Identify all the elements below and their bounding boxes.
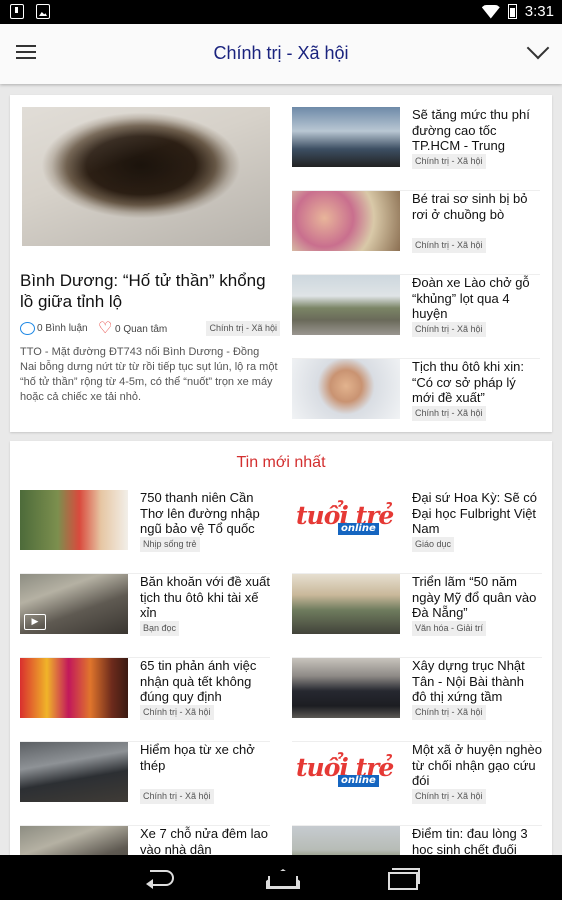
category-badge: Chính trị - Xã hội xyxy=(140,789,214,804)
featured-image[interactable] xyxy=(22,107,270,246)
battery-icon xyxy=(507,4,517,19)
side-article[interactable]: Tịch thu ôtô khi xin: “Có cơ sở pháp lý … xyxy=(292,359,540,443)
clock: 3:31 xyxy=(524,3,554,20)
article-title: Triển lãm “50 năm ngày Mỹ đổ quân vào Đà… xyxy=(412,574,537,620)
side-article[interactable]: Đoàn xe Lào chở gỗ “khủng” lọt qua 4 huy… xyxy=(292,275,540,359)
status-bar: 3:31 xyxy=(0,0,562,24)
tuoi-tre-logo: tuổi trẻ online xyxy=(296,501,394,535)
app-title: Chính trị - Xã hội xyxy=(213,43,349,63)
like-count-label: 0 Quan tâm xyxy=(115,323,168,335)
news-item[interactable]: Triển lãm “50 năm ngày Mỹ đổ quân vào Đà… xyxy=(292,574,542,658)
article-thumbnail xyxy=(292,574,400,634)
system-nav-bar xyxy=(0,855,562,900)
article-title: Sẽ tăng mức thu phí đường cao tốc TP.HCM… xyxy=(412,107,530,153)
comment-count-label: 0 Bình luận xyxy=(37,323,88,334)
category-badge: Chính trị - Xã hội xyxy=(140,705,214,720)
category-badge: Chính trị - Xã hội xyxy=(412,789,486,804)
category-badge: Văn hóa - Giải trí xyxy=(412,621,487,636)
comment-icon xyxy=(20,322,35,335)
chevron-down-icon[interactable] xyxy=(527,40,549,62)
article-thumbnail xyxy=(292,191,400,251)
recent-apps-icon[interactable] xyxy=(386,867,420,890)
article-thumbnail xyxy=(20,742,128,802)
category-badge[interactable]: Chính trị - Xã hội xyxy=(206,321,280,336)
article-title: Đại sứ Hoa Kỳ: Sẽ có Đại học Fulbright V… xyxy=(412,490,538,536)
article-thumbnail xyxy=(292,107,400,167)
featured-title[interactable]: Bình Dương: “Hố tử thần” khổng lồ giữa t… xyxy=(20,270,275,312)
featured-card: Bình Dương: “Hố tử thần” khổng lồ giữa t… xyxy=(10,95,552,432)
category-badge: Nhịp sống trẻ xyxy=(140,537,200,552)
article-thumbnail: ▶ xyxy=(20,574,128,634)
news-item[interactable]: tuổi trẻ online Một xã ở huyện nghèo từ c… xyxy=(292,742,542,826)
article-thumbnail xyxy=(20,490,128,550)
latest-news-card: Tin mới nhất 750 thanh niên Cần Thơ lên … xyxy=(10,441,552,861)
news-item[interactable]: Xây dựng trục Nhật Tân - Nội Bài thành đ… xyxy=(292,658,542,742)
category-badge: Chính trị - Xã hội xyxy=(412,238,486,253)
download-notification-icon xyxy=(10,4,24,19)
like-count[interactable]: 0 Quan tâm xyxy=(98,318,168,338)
news-item[interactable]: Hiểm họa từ xe chở thép Chính trị - Xã h… xyxy=(20,742,270,826)
featured-meta: 0 Bình luận 0 Quan tâm Chính trị - Xã hộ… xyxy=(20,318,280,338)
category-badge: Chính trị - Xã hội xyxy=(412,322,486,337)
image-notification-icon xyxy=(36,4,50,19)
app-bar: Chính trị - Xã hội xyxy=(0,24,562,84)
article-title: Xe 7 chỗ nửa đêm lao vào nhà dân xyxy=(140,826,268,857)
category-badge: Chính trị - Xã hội xyxy=(412,705,486,720)
article-thumbnail: tuổi trẻ online xyxy=(292,742,400,802)
news-item[interactable]: 750 thanh niên Cần Thơ lên đường nhập ng… xyxy=(20,490,270,574)
wifi-icon xyxy=(481,4,500,19)
article-thumbnail xyxy=(292,658,400,718)
article-title: Tịch thu ôtô khi xin: “Có cơ sở pháp lý … xyxy=(412,359,524,405)
category-badge: Chính trị - Xã hội xyxy=(412,154,486,169)
side-article[interactable]: Bé trai sơ sinh bị bỏ rơi ở chuồng bò Ch… xyxy=(292,191,540,275)
category-badge: Chính trị - Xã hội xyxy=(412,406,486,421)
home-icon[interactable] xyxy=(264,867,298,889)
comment-count[interactable]: 0 Bình luận xyxy=(20,322,88,335)
heart-icon xyxy=(98,318,113,338)
article-title: Điểm tin: đau lòng 3 học sinh chết đuối xyxy=(412,826,528,857)
article-title: Băn khoăn với đề xuất tịch thu ôtô khi t… xyxy=(140,574,270,620)
tuoi-tre-logo: tuổi trẻ online xyxy=(296,753,394,787)
latest-heading: Tin mới nhất xyxy=(236,454,326,471)
news-item[interactable]: tuổi trẻ online Đại sứ Hoa Kỳ: Sẽ có Đại … xyxy=(292,490,542,574)
news-item[interactable]: ▶ Băn khoăn với đề xuất tịch thu ôtô khi… xyxy=(20,574,270,658)
featured-summary: TTO - Mặt đường ĐT743 nối Bình Dương - Đ… xyxy=(20,346,278,403)
article-title: Một xã ở huyện nghèo từ chối nhận gạo cứ… xyxy=(412,742,542,788)
article-title: Bé trai sơ sinh bị bỏ rơi ở chuồng bò xyxy=(412,191,528,222)
article-thumbnail xyxy=(292,359,400,419)
article-thumbnail: tuổi trẻ online xyxy=(292,490,400,550)
category-badge: Giáo dục xyxy=(412,537,455,552)
video-icon: ▶ xyxy=(24,614,46,630)
back-icon[interactable] xyxy=(144,867,178,889)
category-badge: Bạn đọc xyxy=(140,621,180,636)
article-thumbnail xyxy=(292,275,400,335)
article-title: 750 thanh niên Cần Thơ lên đường nhập ng… xyxy=(140,490,260,536)
article-title: 65 tin phản ánh việc nhận quà tết không … xyxy=(140,658,257,704)
article-title: Đoàn xe Lào chở gỗ “khủng” lọt qua 4 huy… xyxy=(412,275,530,321)
news-item[interactable]: 65 tin phản ánh việc nhận quà tết không … xyxy=(20,658,270,742)
article-thumbnail xyxy=(20,658,128,718)
article-title: Xây dựng trục Nhật Tân - Nội Bài thành đ… xyxy=(412,658,525,704)
side-article[interactable]: Sẽ tăng mức thu phí đường cao tốc TP.HCM… xyxy=(292,107,540,191)
article-title: Hiểm họa từ xe chở thép xyxy=(140,742,255,773)
